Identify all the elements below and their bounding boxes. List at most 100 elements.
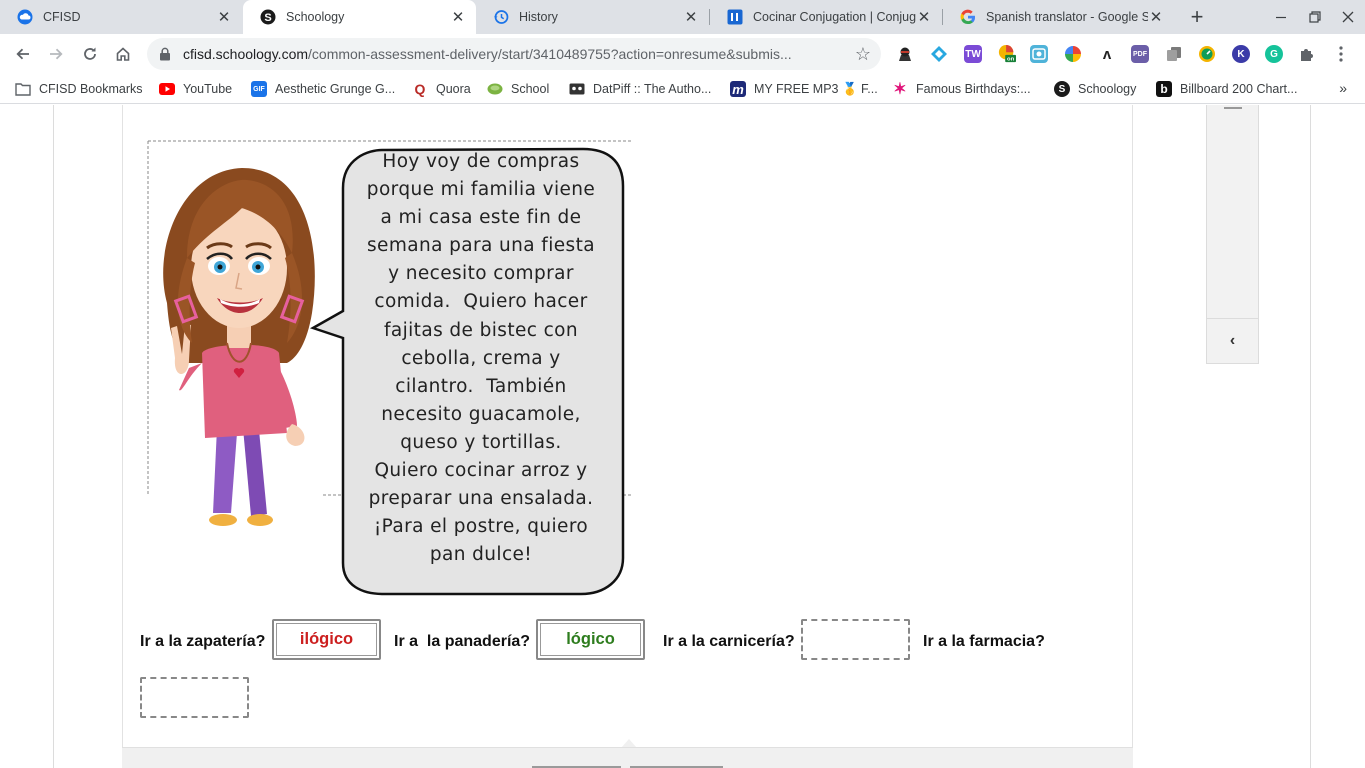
bookmark-billboard[interactable]: b Billboard 200 Chart... xyxy=(1156,80,1297,98)
tw-extension-icon[interactable]: TW xyxy=(964,45,982,63)
bookmark-schoology[interactable]: S Schoology xyxy=(1054,80,1136,98)
answer-chip[interactable]: lógico xyxy=(538,630,643,649)
tab-schoology[interactable]: S Schoology ✕ xyxy=(243,0,476,34)
speedometer-extension-icon[interactable] xyxy=(1198,45,1216,63)
google-docs-offline-icon[interactable]: on xyxy=(998,45,1016,63)
question-label-carniceria: Ir a la carnicería? xyxy=(663,633,795,650)
tab-cfisd[interactable]: CFISD ✕ xyxy=(0,0,242,34)
question-label-zapateria: Ir a la zapatería? xyxy=(140,633,266,650)
bookmark-label: School xyxy=(511,82,550,96)
bubble-line: ¡Para el postre, quiero xyxy=(373,516,589,538)
bookmark-label: MY FREE MP3 🥇 F... xyxy=(754,81,878,96)
close-icon[interactable]: ✕ xyxy=(1148,9,1164,26)
ninja-extension-icon[interactable] xyxy=(896,45,914,63)
answer-dropzone-farmacia[interactable] xyxy=(140,677,249,718)
billboard-icon: b xyxy=(1156,81,1172,97)
tab-title: Schoology xyxy=(286,10,345,24)
forward-icon[interactable] xyxy=(42,40,70,68)
answer-dropzone-zapateria[interactable]: ilógico xyxy=(272,619,381,660)
diamond-extension-icon[interactable] xyxy=(930,45,948,63)
bookmark-school[interactable]: School xyxy=(487,80,549,98)
bookmark-label: Aesthetic Grunge G... xyxy=(275,82,396,96)
conjugation-site-icon xyxy=(727,9,743,25)
new-tab-button[interactable]: + xyxy=(1184,5,1210,29)
home-icon[interactable] xyxy=(109,40,137,68)
answer-chip[interactable]: ilógico xyxy=(274,630,379,649)
leaf-icon xyxy=(487,81,503,97)
reload-icon[interactable] xyxy=(76,40,104,68)
answer-dropzone-panaderia[interactable]: lógico xyxy=(536,619,645,660)
svg-text:on: on xyxy=(1007,57,1015,63)
minimize-icon[interactable] xyxy=(1264,0,1298,34)
tab-cocinar-conjugation[interactable]: Cocinar Conjugation | Conjug ✕ xyxy=(710,0,942,34)
bubble-line: Quiero cocinar arroz y xyxy=(374,460,588,482)
bubble-line: cilantro. También xyxy=(395,375,567,397)
close-icon[interactable]: ✕ xyxy=(450,9,466,26)
tab-google-translate[interactable]: Spanish translator - Google Se ✕ xyxy=(943,0,1174,34)
bubble-line: semana para una fiesta xyxy=(367,235,595,257)
tab-title: Cocinar Conjugation | Conjug xyxy=(753,10,916,24)
bookmark-datpiff[interactable]: DatPiff :: The Autho... xyxy=(569,80,711,98)
pdf-extension-icon[interactable]: PDF xyxy=(1131,45,1149,63)
mp3-icon: m xyxy=(730,81,746,97)
bubble-line: comida. Quiero hacer xyxy=(374,291,588,313)
bubble-line: queso y tortillas. xyxy=(400,431,562,453)
chevron-left-icon: ‹ xyxy=(1229,332,1236,349)
copy-extension-icon[interactable] xyxy=(1165,45,1183,63)
page-viewport: ‹ Hoy voy de compras porque mi familia v… xyxy=(0,105,1365,768)
close-icon[interactable]: ✕ xyxy=(683,9,699,26)
bookmark-my-free-mp3[interactable]: m MY FREE MP3 🥇 F... xyxy=(730,80,878,98)
bookmark-label: Quora xyxy=(436,82,471,96)
history-icon xyxy=(493,9,509,25)
bubble-line: Hoy voy de compras xyxy=(382,151,580,172)
url-text: cfisd.schoology.com/common-assessment-de… xyxy=(183,46,792,62)
svg-text:S: S xyxy=(264,12,271,24)
lock-icon[interactable] xyxy=(159,47,171,66)
close-icon[interactable]: ✕ xyxy=(216,9,232,26)
k-extension-icon[interactable]: K xyxy=(1232,45,1250,63)
puzzle-extensions-icon[interactable] xyxy=(1298,45,1316,63)
tab-history[interactable]: History ✕ xyxy=(476,0,709,34)
bottom-navigation-bar xyxy=(122,747,1133,768)
bookmark-label: CFISD Bookmarks xyxy=(39,82,143,96)
screen-capture-extension-icon[interactable] xyxy=(1030,45,1048,63)
back-icon[interactable] xyxy=(9,40,37,68)
tab-title: History xyxy=(519,10,558,24)
quora-icon: Q xyxy=(414,81,426,97)
bubble-line: porque mi familia viene xyxy=(366,179,596,201)
bookmark-aesthetic-grunge[interactable]: GIF Aesthetic Grunge G... xyxy=(251,80,395,98)
bookmark-quora[interactable]: Q Quora xyxy=(412,80,471,98)
question-label-farmacia: Ir a la farmacia? xyxy=(923,633,1045,650)
bubble-line: fajitas de bistec con xyxy=(383,319,579,341)
bookmarks-overflow-button[interactable]: » xyxy=(1339,80,1347,96)
kebab-menu-icon[interactable] xyxy=(1332,45,1350,63)
star-icon: ✶ xyxy=(893,81,907,98)
close-window-icon[interactable] xyxy=(1331,0,1365,34)
schoology-icon: S xyxy=(260,9,276,25)
restore-icon[interactable] xyxy=(1298,0,1332,34)
bookmarks-bar: CFISD Bookmarks YouTube GIF Aesthetic Gr… xyxy=(0,74,1365,104)
answer-dropzone-carniceria[interactable] xyxy=(801,619,910,660)
address-bar[interactable]: cfisd.schoology.com/common-assessment-de… xyxy=(147,38,881,70)
bookmark-cfisd-bookmarks[interactable]: CFISD Bookmarks xyxy=(15,80,143,98)
tab-title: Spanish translator - Google Se xyxy=(986,10,1148,24)
close-icon[interactable]: ✕ xyxy=(916,9,932,26)
bookmark-famous-birthdays[interactable]: ✶ Famous Birthdays:... xyxy=(892,80,1031,98)
gif-icon: GIF xyxy=(251,81,267,97)
color-picker-extension-icon[interactable] xyxy=(1064,45,1082,63)
bubble-line: necesito guacamole, xyxy=(381,403,581,425)
url-domain: cfisd.schoology.com xyxy=(183,46,309,62)
tab-title: CFISD xyxy=(43,10,81,24)
url-path: /common-assessment-delivery/start/341048… xyxy=(308,46,792,62)
bookmark-star-icon[interactable]: ☆ xyxy=(855,44,871,65)
grammarly-icon[interactable]: G xyxy=(1265,45,1283,63)
google-icon xyxy=(960,9,976,25)
bookmark-youtube[interactable]: YouTube xyxy=(159,80,232,98)
lambda-extension-icon[interactable]: ʌ xyxy=(1098,45,1116,63)
folder-icon xyxy=(15,81,31,97)
bookmark-label: Famous Birthdays:... xyxy=(916,82,1031,96)
collapse-panel-button[interactable]: ‹ xyxy=(1207,319,1258,363)
speech-bubble-text: Hoy voy de compras porque mi familia vie… xyxy=(348,148,614,569)
bookmark-label: Schoology xyxy=(1078,82,1137,96)
bookmark-label: YouTube xyxy=(183,82,233,96)
